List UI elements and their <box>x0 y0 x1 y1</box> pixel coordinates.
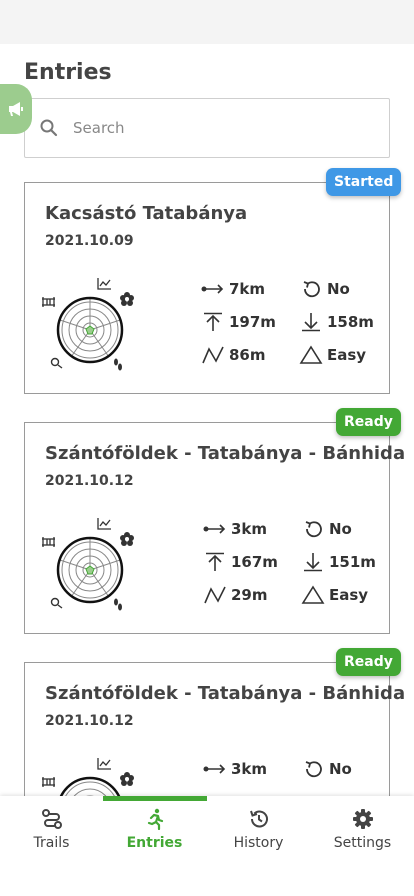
bridge-icon <box>42 297 55 307</box>
loop-stat: No <box>299 279 350 299</box>
announcement-button[interactable] <box>0 84 32 134</box>
megaphone-icon <box>9 102 23 116</box>
loop-value: No <box>327 280 350 298</box>
distance-stat: 3km <box>203 759 267 779</box>
loop-value: No <box>329 520 352 538</box>
elevation-stat: 29m <box>203 585 268 605</box>
entry-date: 2021.10.12 <box>45 473 134 489</box>
ascent-value: 167m <box>231 553 278 571</box>
loop-stat: No <box>301 759 352 779</box>
flower-icon <box>120 292 134 306</box>
nav-label: Entries <box>126 835 183 851</box>
entry-title: Kacsástó Tatabánya <box>45 203 248 224</box>
difficulty-value: Easy <box>329 586 369 604</box>
running-icon <box>147 808 163 830</box>
ascent-stat: 197m <box>201 312 276 332</box>
status-badge: Started <box>326 168 402 196</box>
flower-icon <box>120 532 134 546</box>
flower-icon <box>120 772 134 786</box>
descent-icon <box>302 313 320 332</box>
ascent-stat: 167m <box>203 552 278 572</box>
loop-value: No <box>329 760 352 778</box>
elevation-icon <box>202 346 224 364</box>
ascent-icon <box>206 552 224 571</box>
nav-history[interactable]: History <box>207 796 310 868</box>
nav-entries[interactable]: Entries <box>103 796 206 868</box>
descent-stat: 151m <box>301 552 376 572</box>
nav-label: History <box>233 835 284 851</box>
gear-icon <box>352 809 373 829</box>
bottom-nav: Trails Entries History Settings <box>0 796 414 896</box>
distance-stat: 3km <box>203 519 267 539</box>
footprints-icon <box>114 358 122 371</box>
chart-line-icon <box>97 278 111 290</box>
descent-value: 151m <box>329 553 376 571</box>
radar-chart <box>41 757 143 796</box>
search-icon <box>40 119 58 137</box>
status-bar <box>0 0 414 44</box>
entry-date: 2021.10.09 <box>45 233 134 249</box>
elevation-value: 86m <box>229 346 266 364</box>
magnify-icon <box>50 357 63 369</box>
loop-stat: No <box>301 519 352 539</box>
radar-chart <box>41 517 143 617</box>
distance-icon <box>203 764 226 774</box>
status-badge: Ready <box>336 408 401 436</box>
elevation-icon <box>204 586 226 604</box>
distance-value: 3km <box>231 520 268 538</box>
entry-card[interactable]: Szántóföldek - Tatabánya - Bánhida 2021.… <box>24 422 405 634</box>
loop-icon <box>303 281 320 298</box>
ascent-value: 197m <box>229 313 276 331</box>
search-box[interactable] <box>24 98 390 158</box>
descent-value: 158m <box>327 313 374 331</box>
magnify-icon <box>50 597 63 609</box>
search-input[interactable] <box>73 119 363 137</box>
page-title: Entries <box>24 60 112 85</box>
history-icon <box>249 810 268 828</box>
ascent-icon <box>204 312 222 331</box>
distance-value: 3km <box>231 760 268 778</box>
entry-card[interactable]: Kacsástó Tatabánya 2021.10.09 7km No 197… <box>24 182 390 394</box>
bridge-icon <box>42 537 55 547</box>
distance-icon <box>203 524 226 534</box>
footprints-icon <box>114 598 122 611</box>
distance-stat: 7km <box>201 279 265 299</box>
elevation-stat: 86m <box>201 345 266 365</box>
nav-settings[interactable]: Settings <box>311 796 414 868</box>
radar-value <box>85 565 95 575</box>
difficulty-value: Easy <box>327 346 367 364</box>
main-content: Entries Kacsástó Tatabánya 2021.10.09 7k… <box>0 44 414 796</box>
entry-title: Szántóföldek - Tatabánya - Bánhida <box>45 443 406 464</box>
nav-trails[interactable]: Trails <box>0 796 103 868</box>
radar-chart <box>41 277 143 377</box>
loop-icon <box>305 521 322 538</box>
entry-card[interactable]: Szántóföldek - Tatabánya - Bánhida 2021.… <box>24 662 405 796</box>
status-badge: Ready <box>336 648 401 676</box>
distance-icon <box>201 284 224 294</box>
descent-stat: 158m <box>299 312 374 332</box>
difficulty-stat: Easy <box>299 345 366 365</box>
entry-date: 2021.10.12 <box>45 713 134 729</box>
bridge-icon <box>42 777 55 787</box>
elevation-value: 29m <box>231 586 268 604</box>
triangle-icon <box>299 345 323 364</box>
descent-icon <box>304 553 322 572</box>
loop-icon <box>305 761 322 778</box>
trails-icon <box>41 809 62 829</box>
radar-value <box>85 325 95 335</box>
distance-value: 7km <box>229 280 266 298</box>
chart-line-icon <box>97 758 111 770</box>
difficulty-stat: Easy <box>301 585 368 605</box>
nav-label: Trails <box>33 835 70 851</box>
nav-label: Settings <box>333 835 392 851</box>
triangle-icon <box>301 585 325 604</box>
entry-title: Szántóföldek - Tatabánya - Bánhida <box>45 683 406 704</box>
chart-line-icon <box>97 518 111 530</box>
